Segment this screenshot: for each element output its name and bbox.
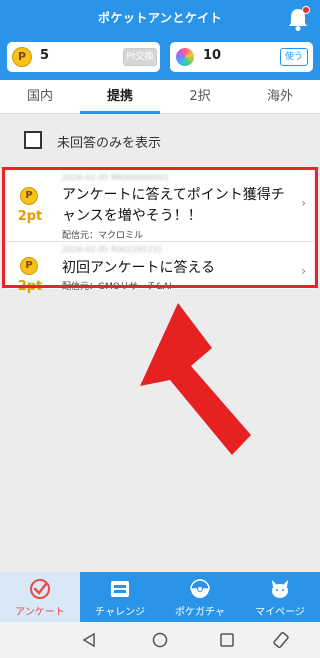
tab-overseas[interactable]: 海外 <box>240 80 320 114</box>
system-nav-bar <box>0 622 320 658</box>
gacha-icon <box>190 579 210 598</box>
chevron-right-icon: › <box>301 196 306 210</box>
recent-apps-icon[interactable] <box>218 631 236 649</box>
survey-check-icon <box>30 579 50 599</box>
survey-title: アンケートに答えてポイント獲得チャンスを増やそう！！ <box>62 187 285 224</box>
bottom-nav: アンケート チャレンジ ポケガチャ マイページ <box>0 572 320 622</box>
app-header: ポケットアンとケイト P 5 Pt交換 10 使う <box>0 0 320 80</box>
app-title: ポケットアンとケイト <box>97 11 223 25</box>
survey-card[interactable]: 2026-02-05 R002291231 P 2pt 初回アンケートに答える … <box>6 242 314 294</box>
notification-badge <box>302 6 310 14</box>
survey-points: 2pt <box>17 209 43 224</box>
nav-gacha[interactable]: ポケガチャ <box>160 572 240 622</box>
nav-mypage[interactable]: マイページ <box>240 572 320 622</box>
tab-domestic[interactable]: 国内 <box>0 80 80 114</box>
survey-list: 2026-02-05 MK000000001 P 2pt アンケートに答えてポイ… <box>6 169 314 294</box>
unanswered-filter-label: 未回答のみを表示 <box>57 136 162 151</box>
survey-sender: 配信元：マクロミル <box>62 231 144 241</box>
survey-sender: 配信元：GMOリサーチ&AI <box>62 282 172 292</box>
notification-bell-icon[interactable] <box>286 6 310 32</box>
survey-title: 初回アンケートに答える <box>62 260 216 276</box>
chevron-right-icon: › <box>301 264 306 278</box>
category-tabs: 国内 提携 2択 海外 <box>0 80 320 114</box>
survey-id-text: 2026-02-05 R002291231 <box>62 245 163 254</box>
points-value: 5 <box>40 48 50 63</box>
tab-partner[interactable]: 提携 <box>80 80 160 114</box>
survey-id-text: 2026-02-05 MK000000001 <box>62 173 169 182</box>
back-icon[interactable] <box>80 631 98 649</box>
points-exchange-button[interactable]: Pt交換 <box>123 48 157 66</box>
points-coin-icon: P <box>12 47 32 67</box>
points-coin-icon: P <box>20 257 38 275</box>
mypage-icon <box>272 580 288 598</box>
nav-challenge[interactable]: チャレンジ <box>80 572 160 622</box>
tab-two-choice[interactable]: 2択 <box>160 80 240 114</box>
survey-points: 2pt <box>17 279 43 294</box>
nav-survey[interactable]: アンケート <box>0 572 80 622</box>
survey-card[interactable]: 2026-02-05 MK000000001 P 2pt アンケートに答えてポイ… <box>6 169 314 242</box>
unanswered-checkbox[interactable] <box>24 131 42 149</box>
gems-value: 10 <box>203 48 222 63</box>
nav-survey-label: アンケート <box>15 607 65 618</box>
nav-mypage-label: マイページ <box>255 607 305 618</box>
home-icon[interactable] <box>151 631 169 649</box>
challenge-icon <box>111 581 129 597</box>
gems-balance-bar: 10 使う <box>170 42 313 72</box>
nav-gacha-label: ポケガチャ <box>175 607 225 618</box>
active-tab-indicator <box>80 111 160 114</box>
use-gems-button[interactable]: 使う <box>280 48 308 66</box>
points-balance-bar: P 5 Pt交換 <box>7 42 160 72</box>
gem-icon <box>176 48 194 66</box>
points-coin-icon: P <box>20 187 38 205</box>
nav-challenge-label: チャレンジ <box>95 607 145 618</box>
rotate-icon[interactable] <box>272 631 290 649</box>
